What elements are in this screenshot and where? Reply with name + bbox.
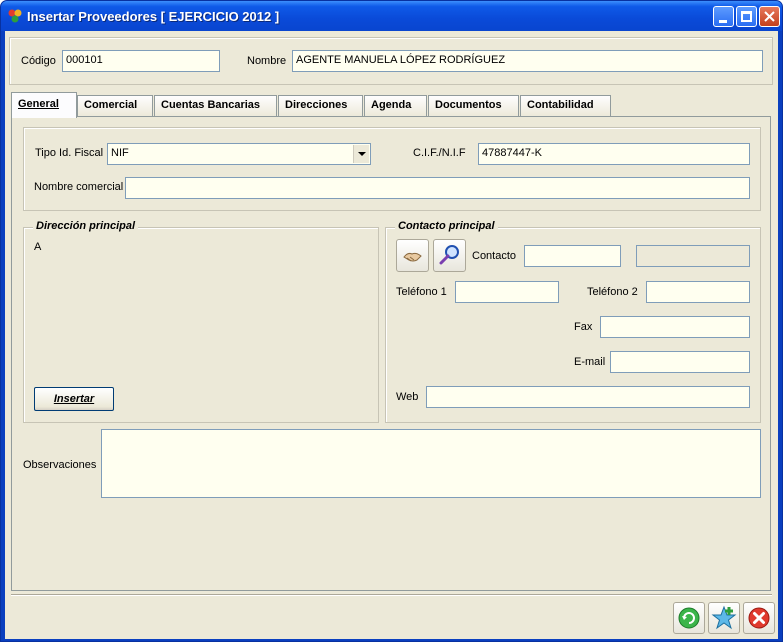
tab-comercial-label: Comercial <box>84 99 138 111</box>
tab-direcciones-label: Direcciones <box>285 99 348 111</box>
telefono1-field[interactable] <box>455 281 559 303</box>
tab-cuentas-bancarias[interactable]: Cuentas Bancarias <box>154 95 277 117</box>
new-record-button[interactable] <box>708 602 740 634</box>
tab-general[interactable]: General <box>11 92 77 118</box>
search-contact-button[interactable] <box>433 239 466 272</box>
app-window: Insertar Proveedores [ EJERCICIO 2012 ] … <box>0 0 783 642</box>
fax-field[interactable] <box>600 316 750 338</box>
cif-field[interactable]: 47887447-K <box>478 143 750 165</box>
observaciones-label: Observaciones <box>23 459 97 471</box>
tipo-id-fiscal-label: Tipo Id. Fiscal <box>35 147 104 159</box>
insertar-direccion-button[interactable]: Insertar <box>34 387 114 411</box>
nombre-label: Nombre <box>247 55 287 67</box>
tab-contabilidad[interactable]: Contabilidad <box>520 95 611 117</box>
email-field[interactable] <box>610 351 750 373</box>
title-bar[interactable]: Insertar Proveedores [ EJERCICIO 2012 ] <box>1 1 782 31</box>
tab-direcciones[interactable]: Direcciones <box>278 95 363 117</box>
codigo-field[interactable]: 000101 <box>62 50 220 72</box>
close-icon <box>764 11 775 22</box>
telefono2-label: Teléfono 2 <box>587 286 638 298</box>
observaciones-textarea[interactable] <box>101 429 761 498</box>
cif-label: C.I.F./N.I.F <box>413 147 466 159</box>
app-icon <box>8 9 22 23</box>
add-star-icon <box>711 605 737 630</box>
contacto-title: Contacto principal <box>395 220 498 232</box>
maximize-button[interactable] <box>736 6 757 27</box>
email-label: E-mail <box>574 356 606 368</box>
tipo-id-fiscal-value: NIF <box>111 147 129 159</box>
telefono2-field[interactable] <box>646 281 750 303</box>
cancel-button[interactable] <box>743 602 775 634</box>
search-icon <box>439 245 459 265</box>
tab-general-label: General <box>18 98 59 110</box>
window-title: Insertar Proveedores [ EJERCICIO 2012 ] <box>27 9 280 24</box>
contacto-name-readonly <box>636 245 750 267</box>
minimize-icon <box>719 20 727 23</box>
tab-cuentas-label: Cuentas Bancarias <box>161 99 261 111</box>
web-label: Web <box>396 391 419 403</box>
contacto-field[interactable] <box>524 245 621 267</box>
web-field[interactable] <box>426 386 750 408</box>
minimize-button[interactable] <box>713 6 734 27</box>
form-client-area: Código 000101 Nombre AGENTE MANUELA LÓPE… <box>5 31 778 639</box>
tab-documentos[interactable]: Documentos <box>428 95 519 117</box>
codigo-label: Código <box>21 55 56 67</box>
footer-divider <box>11 594 772 596</box>
fax-label: Fax <box>574 321 593 333</box>
refresh-icon <box>678 607 700 629</box>
tab-contabilidad-label: Contabilidad <box>527 99 594 111</box>
chevron-down-icon[interactable] <box>353 145 369 163</box>
nombre-comercial-label: Nombre comercial <box>34 181 124 193</box>
insertar-label: Insertar <box>53 393 95 405</box>
handshake-button[interactable] <box>396 239 429 272</box>
nombre-comercial-field[interactable] <box>125 177 750 199</box>
maximize-icon <box>741 11 752 22</box>
tab-agenda[interactable]: Agenda <box>364 95 427 117</box>
refresh-button[interactable] <box>673 602 705 634</box>
direccion-title: Dirección principal <box>33 220 139 232</box>
cancel-icon <box>748 607 770 629</box>
nombre-field[interactable]: AGENTE MANUELA LÓPEZ RODRÍGUEZ <box>292 50 763 72</box>
direccion-text: A <box>34 241 42 253</box>
tab-documentos-label: Documentos <box>435 99 502 111</box>
contacto-label: Contacto <box>472 250 517 262</box>
tab-agenda-label: Agenda <box>371 99 412 111</box>
tab-comercial[interactable]: Comercial <box>77 95 153 117</box>
tipo-id-fiscal-select[interactable]: NIF <box>107 143 371 165</box>
telefono1-label: Teléfono 1 <box>396 286 447 298</box>
handshake-icon <box>403 252 422 262</box>
close-button[interactable] <box>759 6 780 27</box>
